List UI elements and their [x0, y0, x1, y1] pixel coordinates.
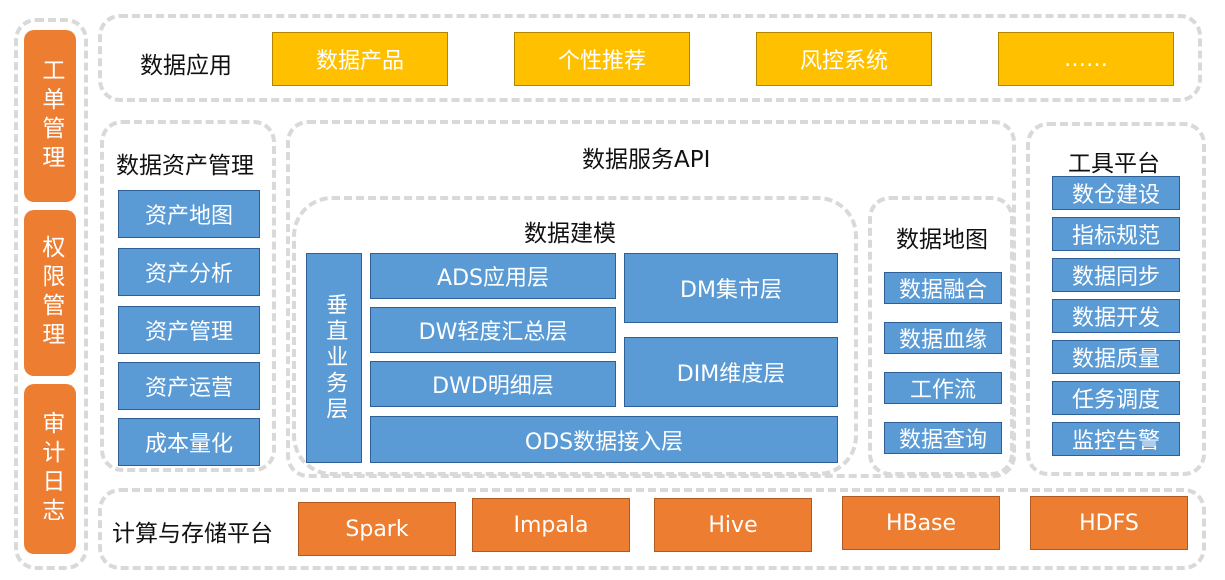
data-development-button[interactable]: 数据开发 — [1052, 299, 1180, 333]
spark-button[interactable]: Spark — [298, 502, 456, 556]
app-item-personal-recommend[interactable]: 个性推荐 — [514, 32, 690, 86]
warehouse-build-button[interactable]: 数仓建设 — [1052, 176, 1180, 210]
data-map-title: 数据地图 — [896, 227, 988, 253]
impala-button[interactable]: Impala — [472, 498, 630, 552]
asset-operation-button[interactable]: 资产运营 — [118, 362, 260, 410]
asset-management-button[interactable]: 资产管理 — [118, 306, 260, 354]
asset-analysis-button[interactable]: 资产分析 — [118, 248, 260, 296]
sidebar-permission-management-label: 权限管理 — [37, 235, 64, 351]
dm-mart-layer[interactable]: DM集市层 — [624, 253, 838, 323]
app-item-risk-control[interactable]: 风控系统 — [756, 32, 932, 86]
data-application-title: 数据应用 — [140, 53, 232, 79]
ads-application-layer[interactable]: ADS应用层 — [370, 253, 616, 299]
app-item-more[interactable]: …… — [998, 32, 1174, 86]
data-asset-management-title: 数据资产管理 — [116, 153, 254, 179]
hdfs-button[interactable]: HDFS — [1030, 496, 1188, 550]
compute-storage-title: 计算与存储平台 — [112, 521, 273, 547]
data-lineage-button[interactable]: 数据血缘 — [884, 322, 1002, 354]
data-fusion-button[interactable]: 数据融合 — [884, 272, 1002, 304]
cost-quantification-button[interactable]: 成本量化 — [118, 418, 260, 466]
metric-spec-button[interactable]: 指标规范 — [1052, 217, 1180, 251]
app-item-data-product[interactable]: 数据产品 — [272, 32, 448, 86]
dim-dimension-layer[interactable]: DIM维度层 — [624, 337, 838, 407]
tool-platform-title: 工具平台 — [1068, 151, 1160, 177]
asset-map-button[interactable]: 资产地图 — [118, 190, 260, 238]
data-service-api-title: 数据服务API — [582, 147, 711, 173]
data-sync-button[interactable]: 数据同步 — [1052, 258, 1180, 292]
monitoring-alert-button[interactable]: 监控告警 — [1052, 422, 1180, 456]
sidebar-audit-log-label: 审计日志 — [37, 411, 64, 527]
task-scheduling-button[interactable]: 任务调度 — [1052, 381, 1180, 415]
data-quality-button[interactable]: 数据质量 — [1052, 340, 1180, 374]
sidebar-permission-management[interactable]: 权限管理 — [24, 210, 76, 376]
hive-button[interactable]: Hive — [654, 498, 812, 552]
data-query-button[interactable]: 数据查询 — [884, 422, 1002, 454]
ods-ingestion-layer[interactable]: ODS数据接入层 — [370, 416, 838, 463]
vertical-business-layer-label: 垂直业务层 — [322, 293, 348, 423]
vertical-business-layer[interactable]: 垂直业务层 — [306, 253, 362, 463]
dw-summary-layer[interactable]: DW轻度汇总层 — [370, 307, 616, 353]
workflow-button[interactable]: 工作流 — [884, 372, 1002, 404]
sidebar-ticket-management[interactable]: 工单管理 — [24, 30, 76, 202]
sidebar-audit-log[interactable]: 审计日志 — [24, 384, 76, 554]
hbase-button[interactable]: HBase — [842, 496, 1000, 550]
dwd-detail-layer[interactable]: DWD明细层 — [370, 361, 616, 407]
data-modeling-title: 数据建模 — [524, 221, 616, 247]
sidebar-ticket-management-label: 工单管理 — [37, 58, 64, 174]
